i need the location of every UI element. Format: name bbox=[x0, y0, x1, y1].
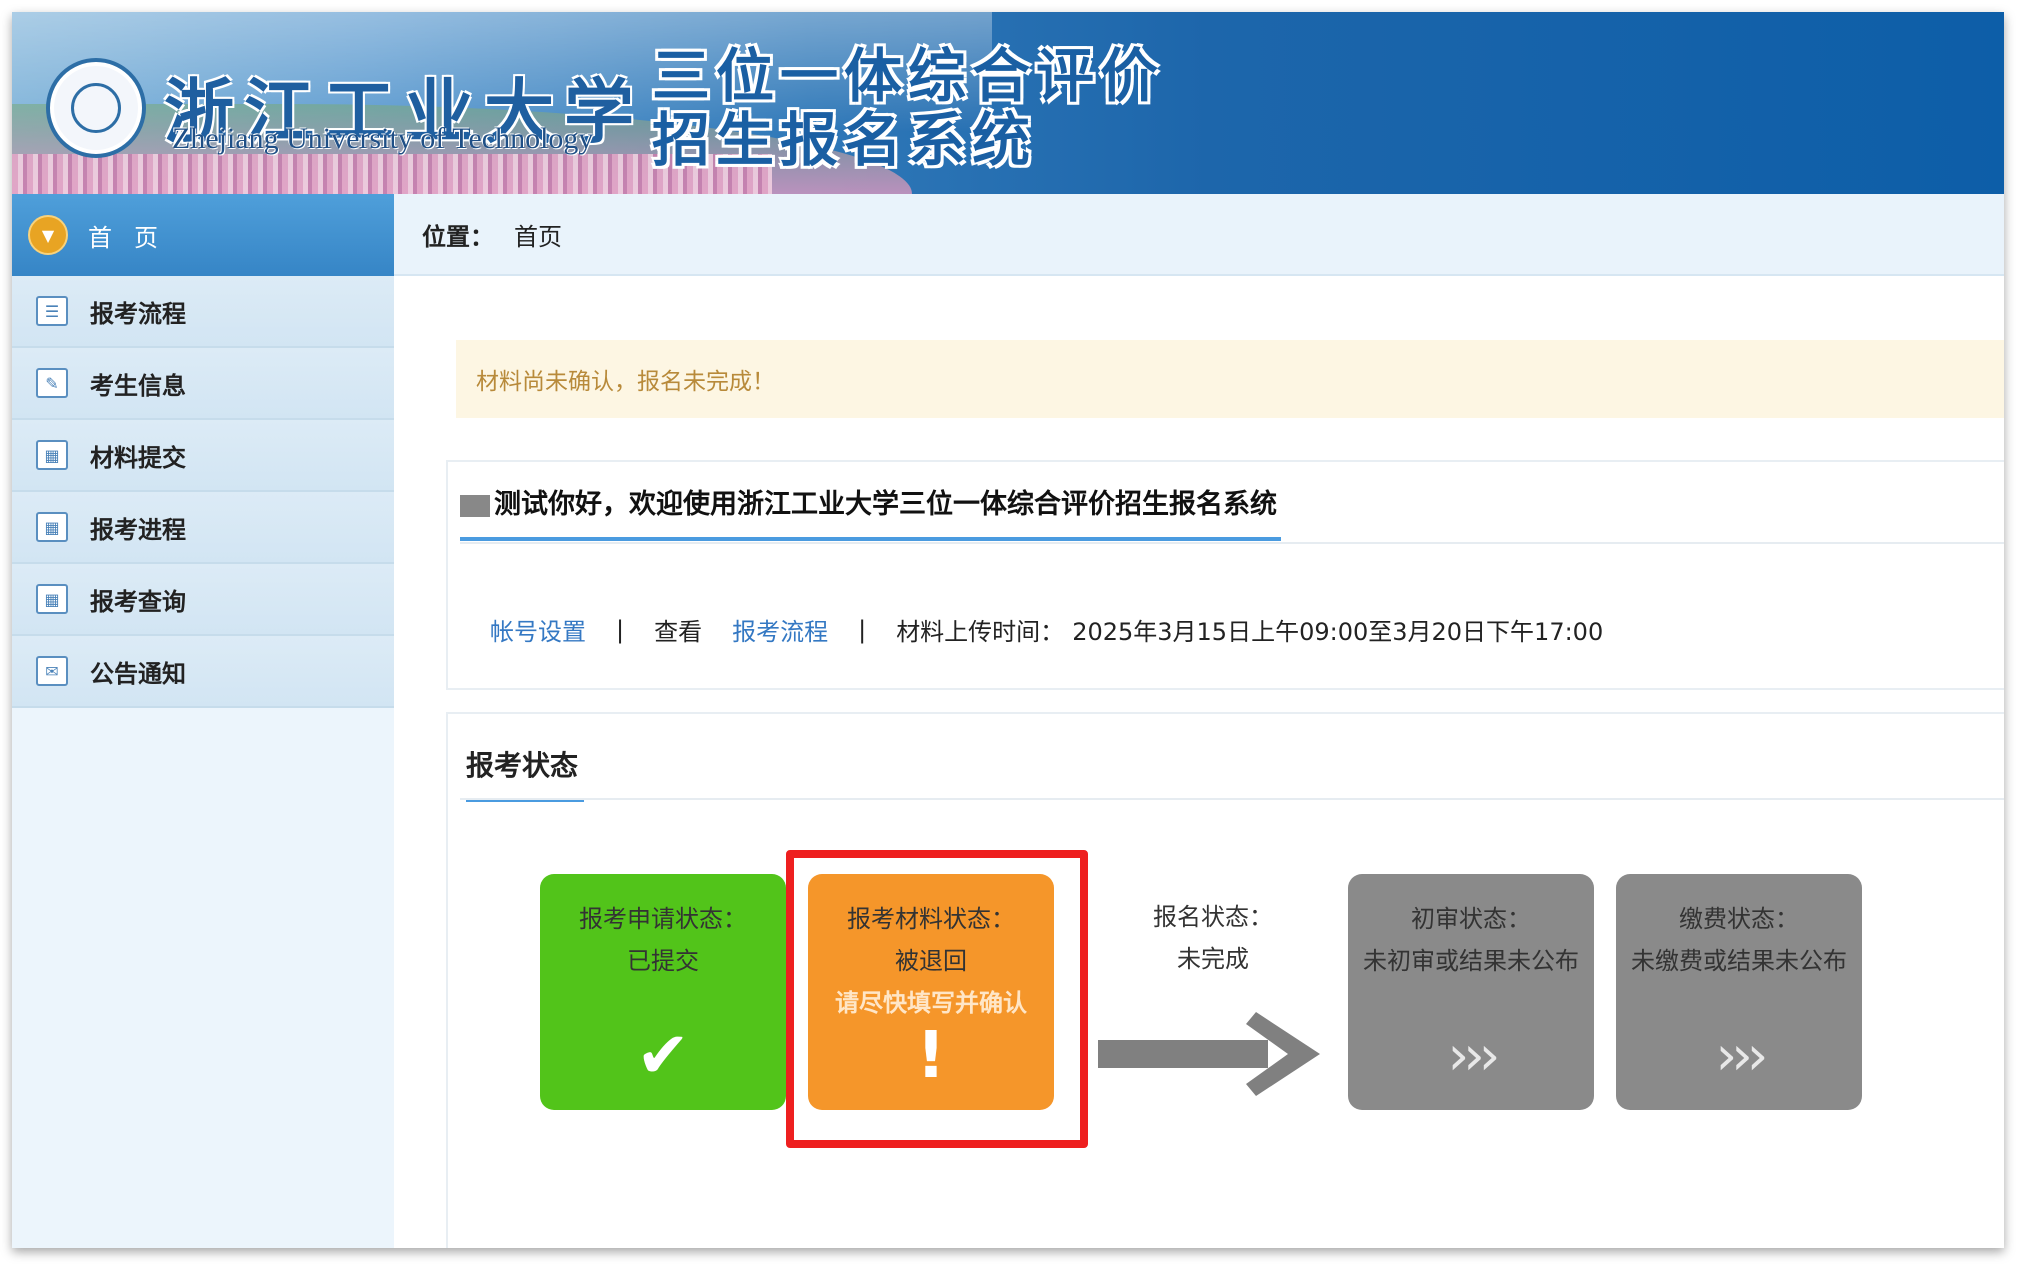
welcome-links: 帐号设置 | 查看 报考流程 | 材料上传时间： 2025年3月15日上午09:… bbox=[490, 612, 1603, 647]
system-name-line1: 三位一体综合评价 bbox=[652, 42, 1165, 110]
breadcrumb-current[interactable]: 首页 bbox=[514, 217, 562, 252]
review-status-value: 未初审或结果未公布 bbox=[1363, 947, 1579, 975]
separator: | bbox=[858, 615, 867, 644]
system-name-line2: 招生报名系统 bbox=[652, 106, 1037, 174]
app-window: 浙江工业大学 Zhejiang University of Technology… bbox=[12, 12, 2004, 1248]
chevrons-right-icon: ››› bbox=[1715, 1024, 1769, 1087]
main-content: 位置： 首页 材料尚未确认，报名未完成！ 测试你好，欢迎使用浙江工业大学三位一体… bbox=[394, 194, 2004, 1248]
account-settings-link[interactable]: 帐号设置 bbox=[490, 612, 586, 647]
sidebar-item-label: 首页 bbox=[88, 223, 180, 252]
breadcrumb: 位置： 首页 bbox=[394, 194, 2004, 276]
system-name: 三位一体综合评价 招生报名系统 bbox=[652, 44, 1164, 172]
process-link[interactable]: 报考流程 bbox=[732, 612, 828, 647]
sidebar-item-query[interactable]: ▦ 报考查询 bbox=[12, 564, 394, 636]
redacted-name-mask bbox=[460, 494, 490, 517]
chevrons-right-icon: ››› bbox=[1447, 1024, 1501, 1087]
warning-alert: 材料尚未确认，报名未完成！ bbox=[456, 340, 2004, 418]
signup-status-value: 未完成 bbox=[1177, 945, 1249, 973]
apply-status-value: 已提交 bbox=[627, 947, 699, 975]
sidebar-item-process[interactable]: ☰ 报考流程 bbox=[12, 276, 394, 348]
review-status-tile: 初审状态： 未初审或结果未公布 ››› bbox=[1348, 874, 1594, 1110]
sidebar-item-label: 考生信息 bbox=[90, 371, 186, 400]
fee-status-value: 未缴费或结果未公布 bbox=[1631, 947, 1847, 975]
sidebar: ▼ 首页 ☰ 报考流程 ✎ 考生信息 ▦ 材料提交 ▦ 报考进程 ▦ 报考查询 … bbox=[12, 194, 394, 1248]
status-panel: 报考状态 报考申请状态： 已提交 ✔ 报考材料状态： 被退回 请尽快填写并确认 … bbox=[446, 712, 2004, 1248]
calendar-icon: ▦ bbox=[36, 440, 68, 470]
chevron-down-icon: ▼ bbox=[28, 215, 68, 255]
sidebar-item-home[interactable]: ▼ 首页 bbox=[12, 194, 394, 276]
sidebar-item-label: 材料提交 bbox=[90, 443, 186, 472]
checkmark-icon: ✔ bbox=[636, 1019, 690, 1093]
signup-status-label: 报名状态： bbox=[1153, 903, 1273, 931]
sidebar-item-progress[interactable]: ▦ 报考进程 bbox=[12, 492, 394, 564]
message-icon: ✉ bbox=[36, 656, 68, 686]
material-status-value: 被退回 bbox=[895, 947, 967, 975]
sidebar-item-notice[interactable]: ✉ 公告通知 bbox=[12, 636, 394, 708]
upload-time-value: 2025年3月15日上午09:00至3月20日下午17:00 bbox=[1072, 618, 1604, 646]
welcome-title: 测试你好，欢迎使用浙江工业大学三位一体综合评价招生报名系统 bbox=[460, 482, 1281, 541]
exclamation-icon: ! bbox=[916, 1019, 946, 1093]
sidebar-item-label: 报考查询 bbox=[90, 587, 186, 616]
material-status-label: 报考材料状态： bbox=[847, 905, 1015, 933]
sidebar-item-label: 公告通知 bbox=[90, 659, 186, 688]
university-logo-icon bbox=[46, 58, 146, 158]
list-icon: ☰ bbox=[36, 296, 68, 326]
calendar-icon: ▦ bbox=[36, 584, 68, 614]
signup-status: 报名状态： 未完成 bbox=[1108, 896, 1318, 980]
sidebar-item-label: 报考流程 bbox=[90, 299, 186, 328]
material-status-warning: 请尽快填写并确认 bbox=[835, 989, 1027, 1017]
status-title: 报考状态 bbox=[466, 744, 585, 802]
divider bbox=[460, 798, 2004, 800]
university-name-en: Zhejiang University of Technology bbox=[172, 122, 594, 155]
logo-inner-ring bbox=[71, 83, 121, 133]
edit-icon: ✎ bbox=[36, 368, 68, 398]
view-text: 查看 bbox=[654, 618, 703, 646]
sidebar-item-label: 报考进程 bbox=[90, 515, 186, 544]
welcome-panel: 测试你好，欢迎使用浙江工业大学三位一体综合评价招生报名系统 帐号设置 | 查看 … bbox=[446, 460, 2004, 690]
sidebar-item-student-info[interactable]: ✎ 考生信息 bbox=[12, 348, 394, 420]
right-arrow-icon bbox=[1098, 1012, 1320, 1096]
header-banner: 浙江工业大学 Zhejiang University of Technology… bbox=[12, 12, 2004, 194]
separator: | bbox=[616, 615, 625, 644]
fee-status-label: 缴费状态： bbox=[1679, 905, 1799, 933]
sidebar-item-material-submit[interactable]: ▦ 材料提交 bbox=[12, 420, 394, 492]
apply-status-label: 报考申请状态： bbox=[579, 905, 747, 933]
material-status-tile[interactable]: 报考材料状态： 被退回 请尽快填写并确认 ! bbox=[808, 874, 1054, 1110]
welcome-title-text: 测试你好，欢迎使用浙江工业大学三位一体综合评价招生报名系统 bbox=[494, 489, 1277, 520]
fee-status-tile: 缴费状态： 未缴费或结果未公布 ››› bbox=[1616, 874, 1862, 1110]
calendar-icon: ▦ bbox=[36, 512, 68, 542]
upload-time-label: 材料上传时间： bbox=[896, 618, 1065, 646]
divider bbox=[460, 542, 2004, 544]
apply-status-tile: 报考申请状态： 已提交 ✔ bbox=[540, 874, 786, 1110]
breadcrumb-prefix: 位置： bbox=[422, 222, 494, 251]
review-status-label: 初审状态： bbox=[1411, 905, 1531, 933]
